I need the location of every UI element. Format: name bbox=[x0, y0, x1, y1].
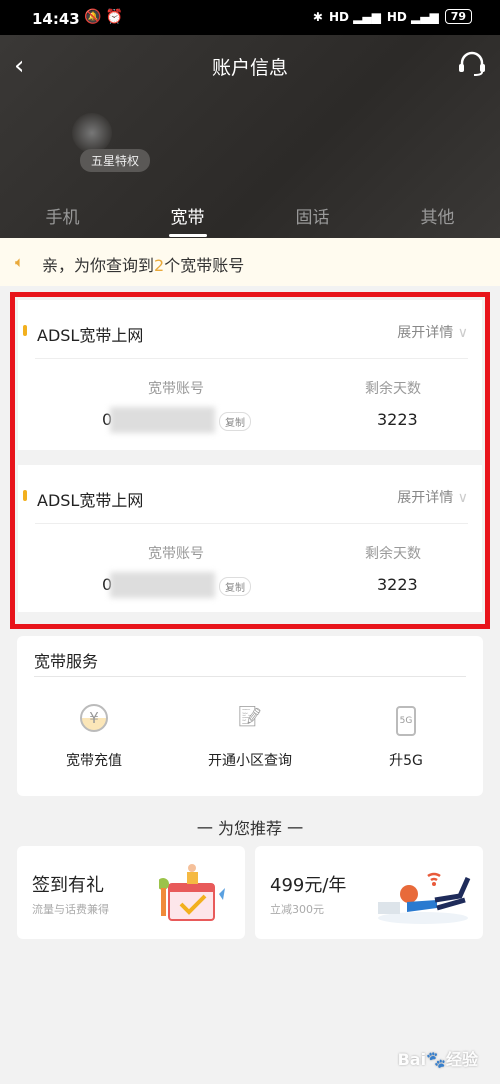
days-value: 3223 bbox=[377, 575, 418, 594]
avatar bbox=[72, 113, 112, 153]
promo-subtitle: 流量与话费兼得 bbox=[32, 903, 109, 916]
account-header: ‹ 账户信息 五星特权 手机 宽带 固话 其他 bbox=[0, 35, 500, 238]
account-label: 宽带账号 bbox=[148, 546, 204, 562]
baidu-watermark-logo: Bai🐾经验 bbox=[397, 1050, 478, 1069]
divider bbox=[35, 358, 468, 359]
account-title: ADSL宽带上网 bbox=[37, 491, 144, 510]
broadband-services: 宽带服务 ¥ 宽带充值 📝︎ 开通小区查询 5G 升5G bbox=[17, 636, 483, 796]
account-title: ADSL宽带上网 bbox=[37, 326, 144, 345]
edit-document-icon: 📝︎ bbox=[237, 704, 263, 728]
battery-icon: 79 bbox=[444, 9, 472, 24]
service-community-query[interactable]: 📝︎ 开通小区查询 bbox=[185, 704, 315, 770]
expand-details-button[interactable]: 展开详情 ∨ bbox=[397, 487, 468, 507]
promo-title: 签到有礼 bbox=[32, 875, 104, 896]
tab-other[interactable]: 其他 bbox=[375, 203, 500, 228]
bluetooth-icon: ✱ bbox=[312, 9, 323, 24]
notice-text: 亲，为你查询到 bbox=[42, 256, 155, 275]
expand-details-button[interactable]: 展开详情 ∨ bbox=[397, 322, 468, 342]
copy-button[interactable]: 复制 bbox=[219, 577, 251, 596]
tab-bar: 手机 宽带 固话 其他 bbox=[0, 203, 500, 237]
chevron-down-icon: ∨ bbox=[457, 325, 468, 341]
account-card: ADSL宽带上网 展开详情 ∨ 宽带账号 剩余天数 0 复制 3223 bbox=[18, 465, 482, 612]
chevron-down-icon: ∨ bbox=[457, 490, 468, 506]
section-title: 宽带服务 bbox=[34, 652, 99, 671]
signal-icon: HD ▂▄▆ bbox=[386, 9, 439, 24]
service-recharge[interactable]: ¥ 宽带充值 bbox=[29, 704, 159, 770]
account-count: 2 bbox=[154, 256, 165, 275]
account-label: 宽带账号 bbox=[148, 381, 204, 397]
recommend-title: 一 为您推荐 一 bbox=[196, 819, 304, 838]
status-bar: 14:43 🔕 ⏰ ✱ HD ▂▄▆ HD ▂▄▆ 79 bbox=[0, 0, 500, 35]
notice-bar: 🔈︎ 亲，为你查询到2个宽带账号 bbox=[0, 238, 500, 286]
promo-broadband-annual[interactable]: 499元/年 立减300元 bbox=[255, 846, 483, 939]
phone-5g-icon: 5G bbox=[341, 704, 471, 736]
tab-phone[interactable]: 手机 bbox=[0, 203, 125, 228]
service-upgrade-5g[interactable]: 5G 升5G bbox=[341, 704, 471, 770]
system-icons: ✱ HD ▂▄▆ HD ▂▄▆ 79 bbox=[313, 9, 472, 24]
service-label: 宽带充值 bbox=[66, 753, 122, 769]
tab-broadband[interactable]: 宽带 bbox=[125, 203, 250, 237]
signal-icon: HD ▂▄▆ bbox=[328, 9, 381, 24]
customer-service-icon[interactable] bbox=[458, 51, 486, 77]
days-label: 剩余天数 bbox=[365, 381, 421, 397]
yuan-coin-icon: ¥ bbox=[29, 704, 159, 736]
service-label: 升5G bbox=[389, 753, 423, 769]
promo-checkin[interactable]: 签到有礼 流量与话费兼得 bbox=[17, 846, 245, 939]
notice-text: 个宽带账号 bbox=[164, 256, 245, 275]
speaker-icon: 🔈︎ bbox=[15, 253, 25, 271]
account-card: ADSL宽带上网 展开详情 ∨ 宽带账号 剩余天数 0 复制 3223 bbox=[18, 300, 482, 450]
wifi-laptop-illustration bbox=[378, 872, 471, 924]
days-label: 剩余天数 bbox=[365, 546, 421, 562]
service-label: 开通小区查询 bbox=[208, 753, 292, 769]
redacted-blur bbox=[110, 572, 215, 598]
promo-title: 499元/年 bbox=[270, 875, 347, 896]
clock: 14:43 bbox=[32, 10, 80, 28]
divider bbox=[34, 676, 466, 677]
divider bbox=[35, 523, 468, 524]
highlight-box: ADSL宽带上网 展开详情 ∨ 宽带账号 剩余天数 0 复制 3223 ADSL… bbox=[10, 292, 490, 629]
mute-alarm-icons: 🔕 ⏰ bbox=[84, 9, 124, 25]
promo-subtitle: 立减300元 bbox=[270, 903, 324, 916]
accent-dot bbox=[23, 325, 27, 336]
member-badge: 五星特权 bbox=[80, 149, 151, 172]
calendar-illustration bbox=[159, 864, 225, 921]
accent-dot bbox=[23, 490, 27, 501]
days-value: 3223 bbox=[377, 410, 418, 429]
page-title: 账户信息 bbox=[211, 57, 288, 79]
copy-button[interactable]: 复制 bbox=[219, 412, 251, 431]
redacted-blur bbox=[110, 407, 215, 433]
tab-landline[interactable]: 固话 bbox=[250, 203, 375, 228]
